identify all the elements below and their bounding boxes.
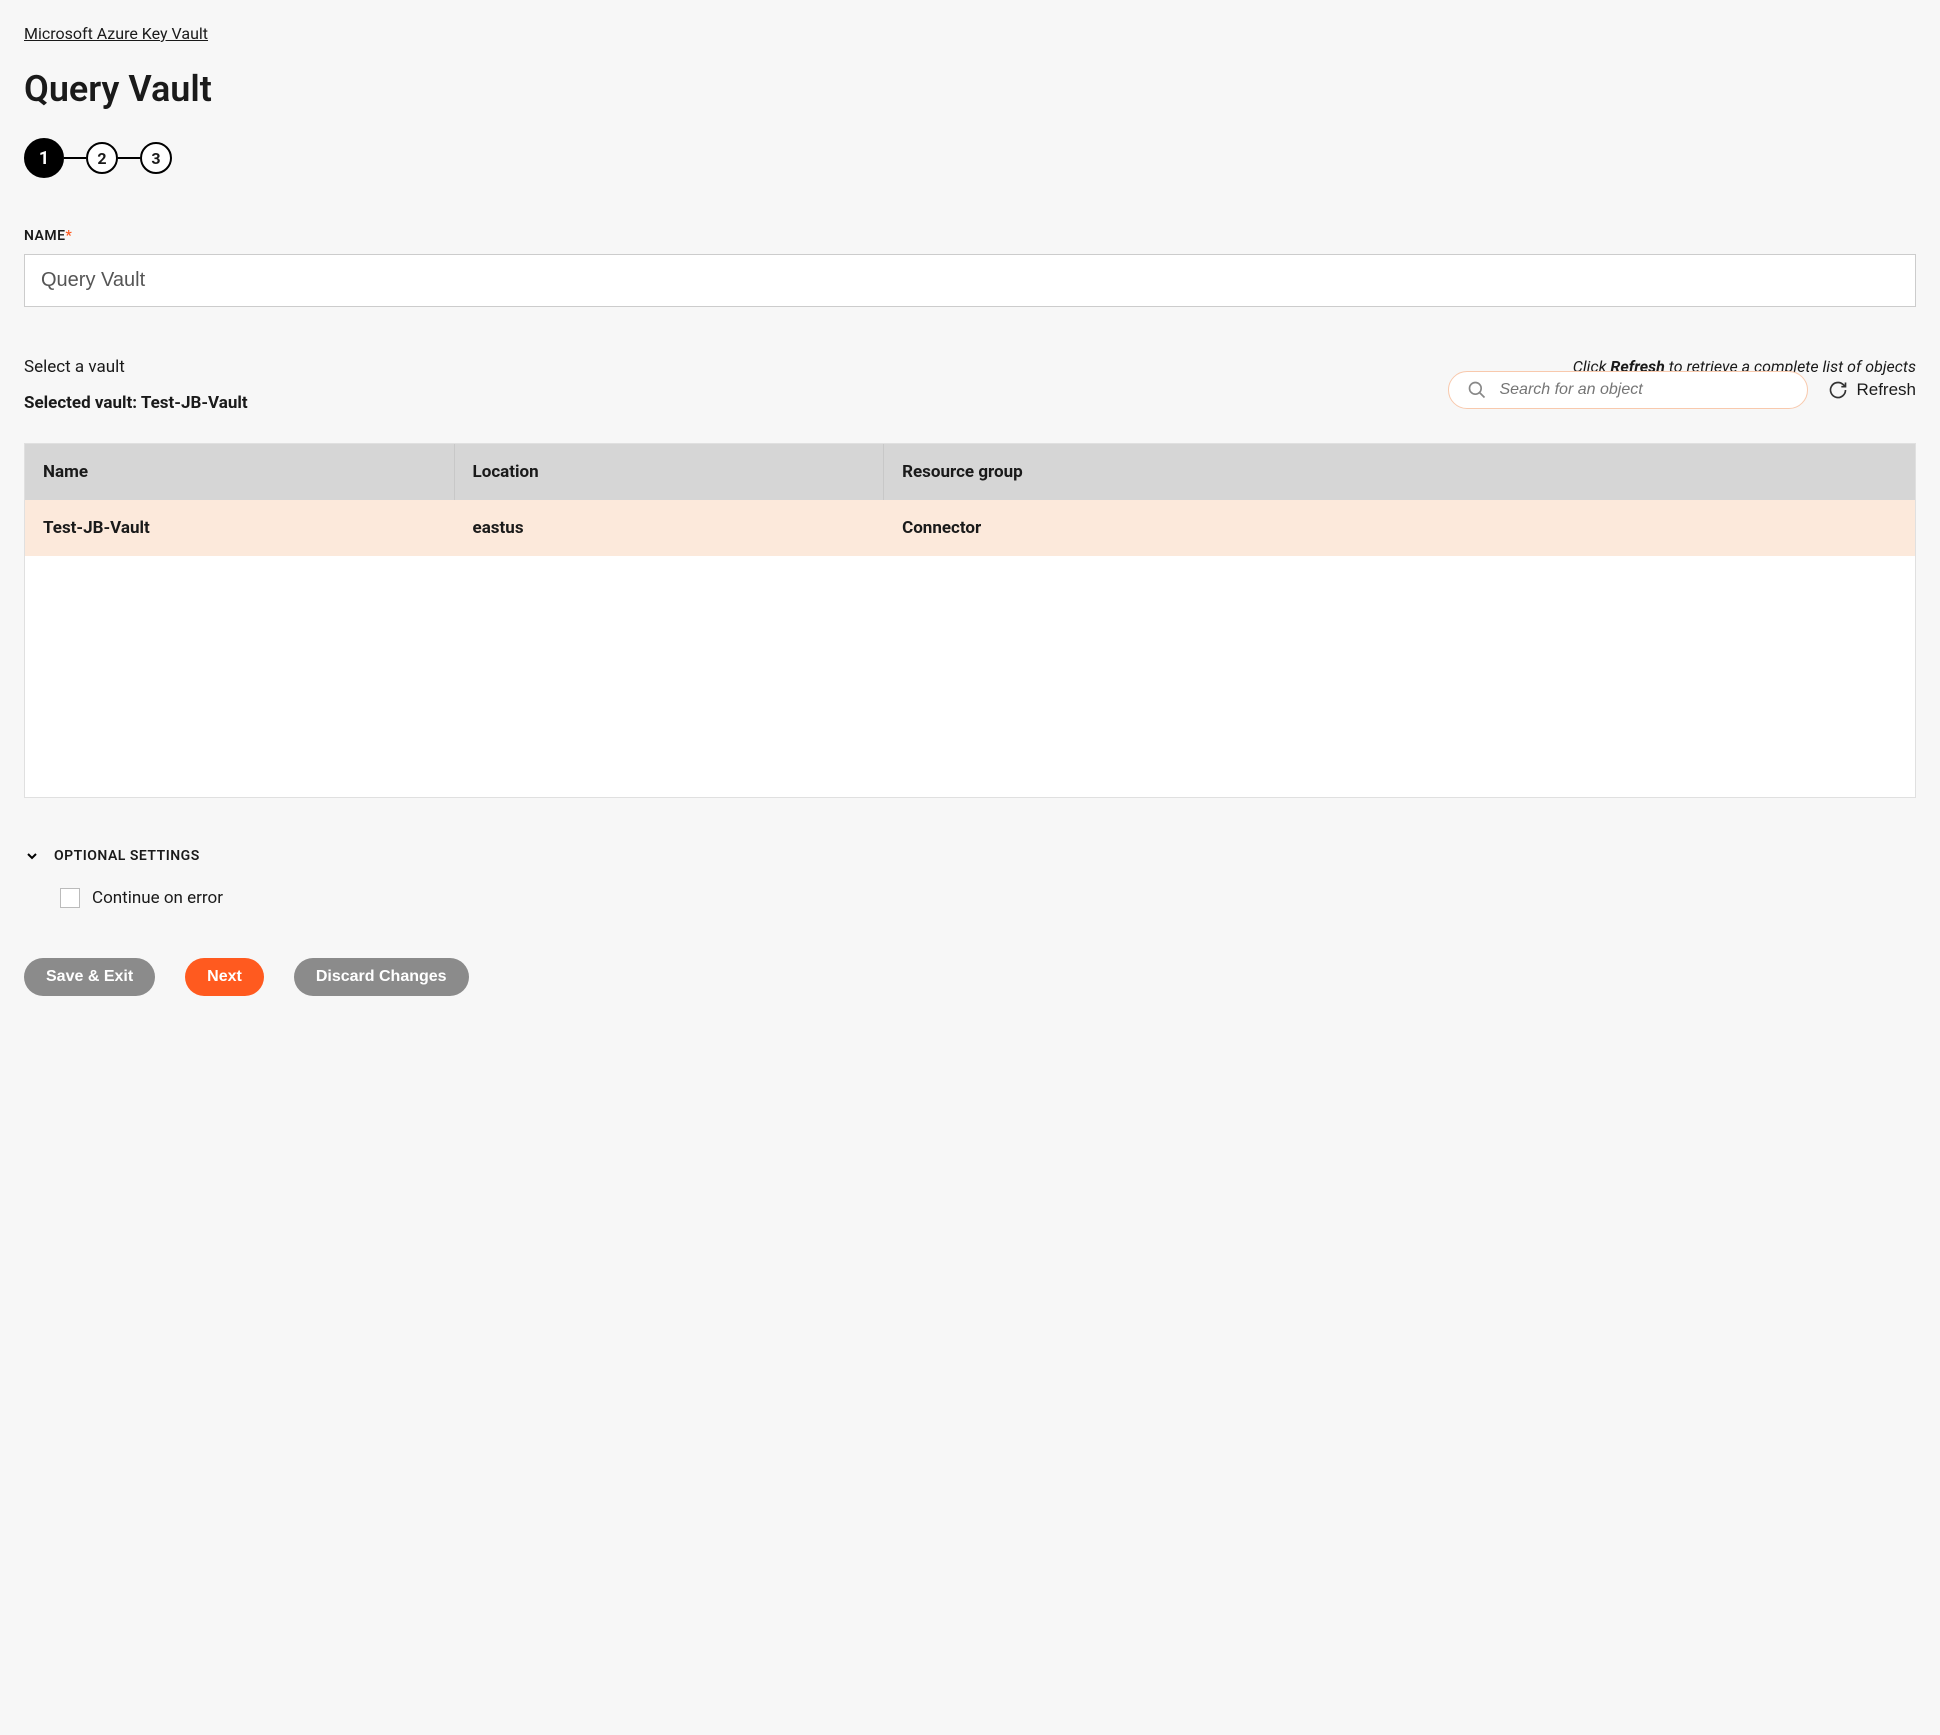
- discard-changes-button[interactable]: Discard Changes: [294, 958, 469, 996]
- name-input[interactable]: [24, 254, 1916, 307]
- cell-resource-group: Connector: [884, 500, 1915, 556]
- name-field-label: NAME*: [24, 228, 1916, 244]
- optional-settings-toggle[interactable]: OPTIONAL SETTINGS: [24, 848, 1916, 864]
- selected-vault: Selected vault: Test-JB-Vault: [24, 393, 248, 413]
- stepper: 1 2 3: [24, 138, 1916, 178]
- cell-location: eastus: [455, 500, 885, 556]
- refresh-button[interactable]: Refresh: [1828, 380, 1916, 400]
- step-1[interactable]: 1: [24, 138, 64, 178]
- breadcrumb[interactable]: Microsoft Azure Key Vault: [24, 24, 208, 43]
- select-vault-label: Select a vault: [24, 357, 248, 377]
- step-connector: [118, 157, 140, 159]
- step-connector: [64, 157, 86, 159]
- chevron-down-icon: [24, 848, 40, 864]
- step-2[interactable]: 2: [86, 142, 118, 174]
- table-header-row: Name Location Resource group: [25, 444, 1915, 500]
- search-icon: [1467, 380, 1487, 400]
- table-row[interactable]: Test-JB-Vault eastus Connector: [25, 500, 1915, 556]
- refresh-icon: [1828, 380, 1848, 400]
- col-name[interactable]: Name: [25, 444, 455, 500]
- cell-name: Test-JB-Vault: [25, 500, 455, 556]
- page-title: Query Vault: [24, 68, 1916, 110]
- search-input[interactable]: [1499, 381, 1789, 399]
- next-button[interactable]: Next: [185, 958, 264, 996]
- continue-on-error-checkbox[interactable]: [60, 888, 80, 908]
- continue-on-error-label: Continue on error: [92, 888, 223, 908]
- col-location[interactable]: Location: [455, 444, 885, 500]
- col-resource-group[interactable]: Resource group: [884, 444, 1915, 500]
- save-exit-button[interactable]: Save & Exit: [24, 958, 155, 996]
- step-3[interactable]: 3: [140, 142, 172, 174]
- search-box[interactable]: [1448, 371, 1808, 409]
- vault-table: Name Location Resource group Test-JB-Vau…: [24, 443, 1916, 798]
